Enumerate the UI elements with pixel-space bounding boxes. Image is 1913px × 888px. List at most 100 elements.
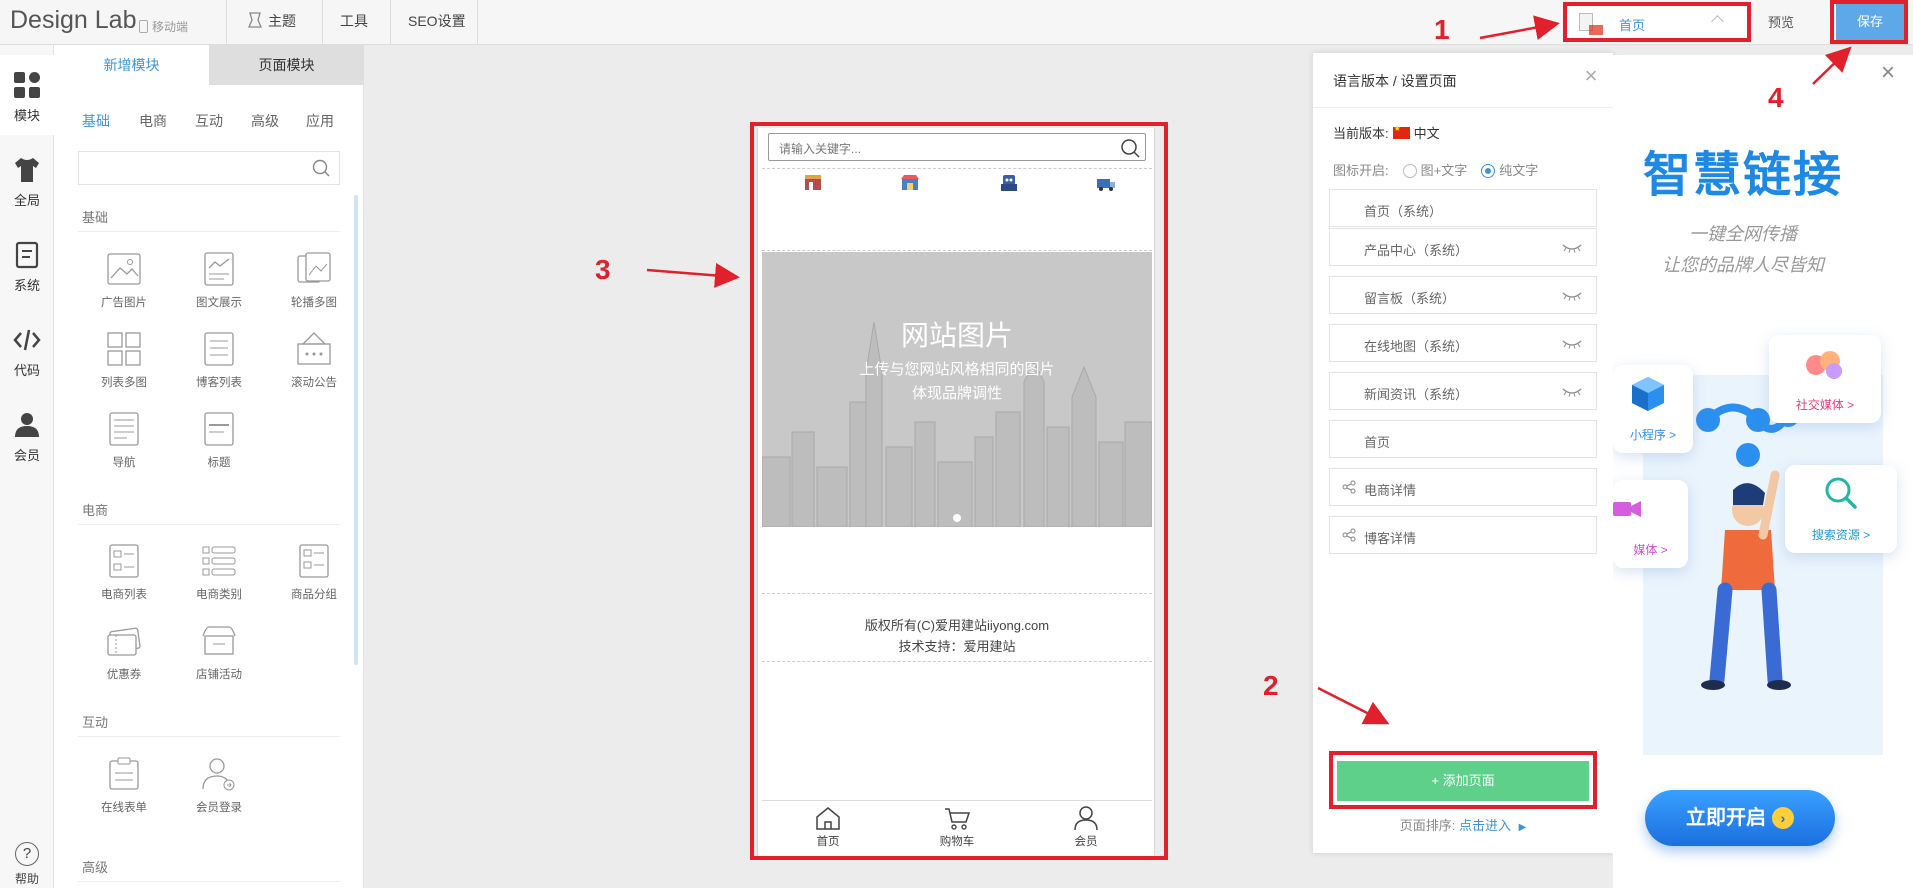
page-item-label: 在线地图（系统） (1364, 339, 1469, 354)
eye-closed-icon[interactable] (1562, 387, 1582, 397)
eye-closed-icon[interactable] (1562, 243, 1582, 253)
category-tabs: 基础 电商 互动 高级 应用 (54, 111, 364, 131)
promo-card-miniapp[interactable]: 小程序 > (1613, 365, 1693, 453)
section-interact-title: 互动 (82, 715, 109, 730)
rail-item-code[interactable]: 代码 (0, 310, 54, 390)
page-item[interactable]: 在线地图（系统） (1329, 324, 1597, 362)
promo-card-social[interactable]: 社交媒体 > (1769, 335, 1881, 423)
divider (78, 524, 340, 525)
category-advanced[interactable]: 高级 (251, 111, 279, 131)
category-basic[interactable]: 基础 (82, 111, 110, 131)
module-label: 博客列表 (196, 377, 242, 389)
close-icon[interactable]: × (1581, 65, 1601, 87)
module-nav[interactable]: 导航 (84, 410, 164, 480)
start-now-button[interactable]: 立即开启 › (1645, 790, 1835, 846)
tab-tools[interactable]: 工具 (340, 0, 368, 45)
page-item[interactable]: 留言板（系统） (1329, 276, 1597, 314)
promo-title: 智慧链接 (1642, 149, 1843, 202)
version-value[interactable]: 中文 (1414, 126, 1440, 141)
mobile-label: 移动端 (152, 20, 189, 34)
page-item[interactable]: 首页（系统） (1329, 189, 1597, 227)
annotation-box-4 (1830, 0, 1908, 44)
sort-link[interactable]: 点击进入 (1459, 818, 1511, 833)
module-ecom-list[interactable]: 电商列表 (84, 542, 164, 612)
module-image-text[interactable]: 图文展示 (179, 250, 259, 320)
module-list-images[interactable]: 列表多图 (84, 330, 164, 400)
rail-help[interactable]: ? 帮助 (0, 842, 54, 887)
module-carousel[interactable]: 轮播多图 (274, 250, 354, 320)
clipboard-icon (109, 757, 139, 790)
search-resource-icon (1825, 477, 1857, 509)
module-ad-image[interactable]: 广告图片 (84, 250, 164, 320)
promo-card-media[interactable]: 媒体 > (1613, 480, 1688, 568)
module-search-input[interactable] (78, 151, 340, 185)
module-ecom-category[interactable]: 电商类别 (179, 542, 259, 612)
preview-button[interactable]: 预览 (1768, 12, 1794, 31)
promo-card-search[interactable]: 搜索资源 > (1785, 465, 1897, 553)
page-item-label: 产品中心（系统） (1364, 243, 1469, 258)
module-product-group[interactable]: 商品分组 (274, 542, 354, 612)
radio-text-only[interactable] (1481, 164, 1496, 178)
icon-mode-setting: 图标开启: 图+文字 纯文字 (1333, 160, 1538, 179)
rail-item-global[interactable]: 全局 (0, 140, 54, 220)
china-flag-icon (1392, 124, 1410, 139)
image-text-icon (204, 252, 234, 286)
tab-theme-label: 主题 (268, 13, 296, 29)
eye-closed-icon[interactable] (1562, 339, 1582, 349)
panel-scrollbar[interactable] (354, 195, 358, 665)
rail-label: 会员 (13, 448, 40, 463)
category-apps[interactable]: 应用 (306, 111, 334, 131)
tab-page-module[interactable]: 页面模块 (209, 45, 364, 85)
module-label: 在线表单 (101, 802, 147, 814)
module-store-event[interactable]: 店铺活动 (179, 622, 259, 692)
close-icon[interactable]: × (1881, 59, 1895, 87)
page-item[interactable]: 产品中心（系统） (1329, 228, 1597, 266)
share-icon (1342, 528, 1356, 542)
promo-card-label: 小程序 > (1629, 428, 1677, 442)
page-item[interactable]: 博客详情 (1329, 516, 1597, 554)
mobile-view-toggle[interactable]: 移动端 (139, 18, 188, 35)
notice-board-icon (297, 332, 331, 365)
annotation-number-4: 4 (1768, 82, 1784, 113)
annotation-number-2: 2 (1263, 670, 1279, 701)
radio-image-text[interactable] (1402, 164, 1417, 178)
tab-seo[interactable]: SEO设置 (408, 0, 466, 45)
eye-closed-icon[interactable] (1562, 291, 1582, 301)
rail-item-member[interactable]: 会员 (0, 395, 54, 475)
brand-logo: Design Lab (10, 6, 137, 34)
video-camera-icon (1613, 501, 1641, 517)
module-blog-list[interactable]: 博客列表 (179, 330, 259, 400)
promo-subtitle-1: 一键全网传播 (1689, 224, 1797, 244)
category-ecom[interactable]: 电商 (139, 111, 167, 131)
page-item[interactable]: 首页 (1329, 420, 1597, 458)
tab-theme[interactable]: 主题 (246, 0, 296, 45)
divider (322, 0, 323, 45)
module-title[interactable]: 标题 (179, 410, 259, 480)
help-icon: ? (15, 842, 39, 866)
list-icon (204, 332, 234, 366)
module-label: 列表多图 (101, 377, 147, 389)
document-icon (15, 241, 39, 269)
module-online-form[interactable]: 在线表单 (84, 755, 164, 825)
annotation-number-3: 3 (595, 254, 611, 285)
module-notice[interactable]: 滚动公告 (274, 330, 354, 400)
divider (390, 0, 391, 45)
radio-image-text-label: 图+文字 (1420, 163, 1468, 178)
category-interact[interactable]: 互动 (195, 111, 223, 131)
rail-item-system[interactable]: 系统 (0, 225, 54, 305)
page-item[interactable]: 电商详情 (1329, 468, 1597, 506)
annotation-box-3 (750, 122, 1168, 860)
page-item[interactable]: 新闻资讯（系统） (1329, 372, 1597, 410)
carousel-icon (297, 252, 331, 283)
nav-icon (109, 412, 139, 446)
divider (78, 881, 340, 882)
module-label: 滚动公告 (291, 377, 337, 389)
module-member-login[interactable]: 会员登录 (179, 755, 259, 825)
divider (78, 231, 340, 232)
phone-icon (139, 20, 148, 33)
rail-item-modules[interactable]: 模块 (0, 55, 54, 135)
module-coupon[interactable]: 优惠券 (84, 622, 164, 692)
tab-add-module[interactable]: 新增模块 (54, 45, 209, 85)
radio-text-only-label: 纯文字 (1499, 163, 1539, 178)
category-icon (202, 546, 236, 576)
